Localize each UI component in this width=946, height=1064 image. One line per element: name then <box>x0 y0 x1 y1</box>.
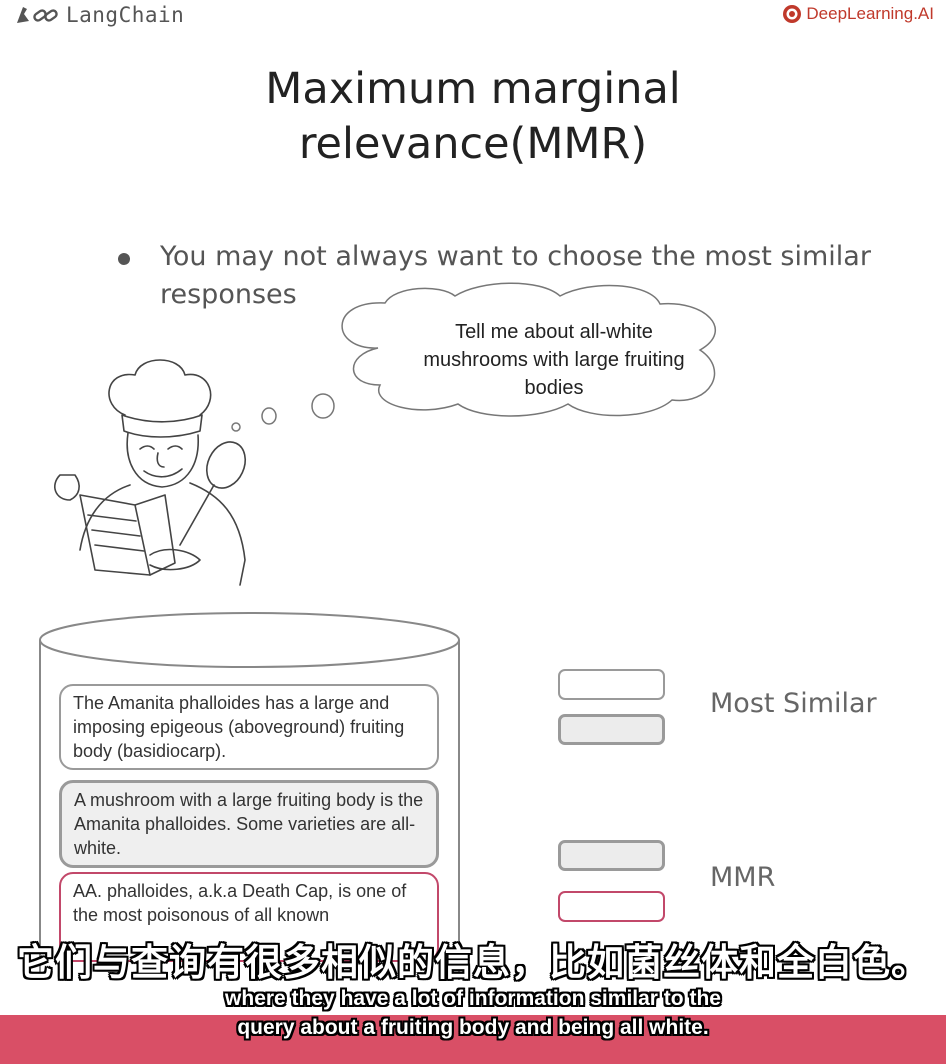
subtitle-english: where they have a lot of information sim… <box>0 984 946 1042</box>
mmr-result-1 <box>558 840 665 871</box>
most-similar-label: Most Similar <box>710 688 877 719</box>
most-similar-result-2 <box>558 714 665 745</box>
subtitle-chinese: 它们与查询有很多相似的信息，比如菌丝体和全白色。 <box>17 941 929 984</box>
chef-illustration <box>54 359 247 586</box>
mmr-result-2 <box>558 891 665 922</box>
document-card-highlighted: A mushroom with a large fruiting body is… <box>59 780 439 868</box>
mmr-label: MMR <box>710 862 776 893</box>
subtitle-english-line-2: query about a fruiting body and being al… <box>237 1016 709 1039</box>
subtitle-english-line-1: where they have a lot of information sim… <box>225 987 721 1010</box>
query-text: Tell me about all-white mushrooms with l… <box>423 321 685 399</box>
document-card: The Amanita phalloides has a large and i… <box>59 684 439 770</box>
most-similar-result-1 <box>558 669 665 700</box>
